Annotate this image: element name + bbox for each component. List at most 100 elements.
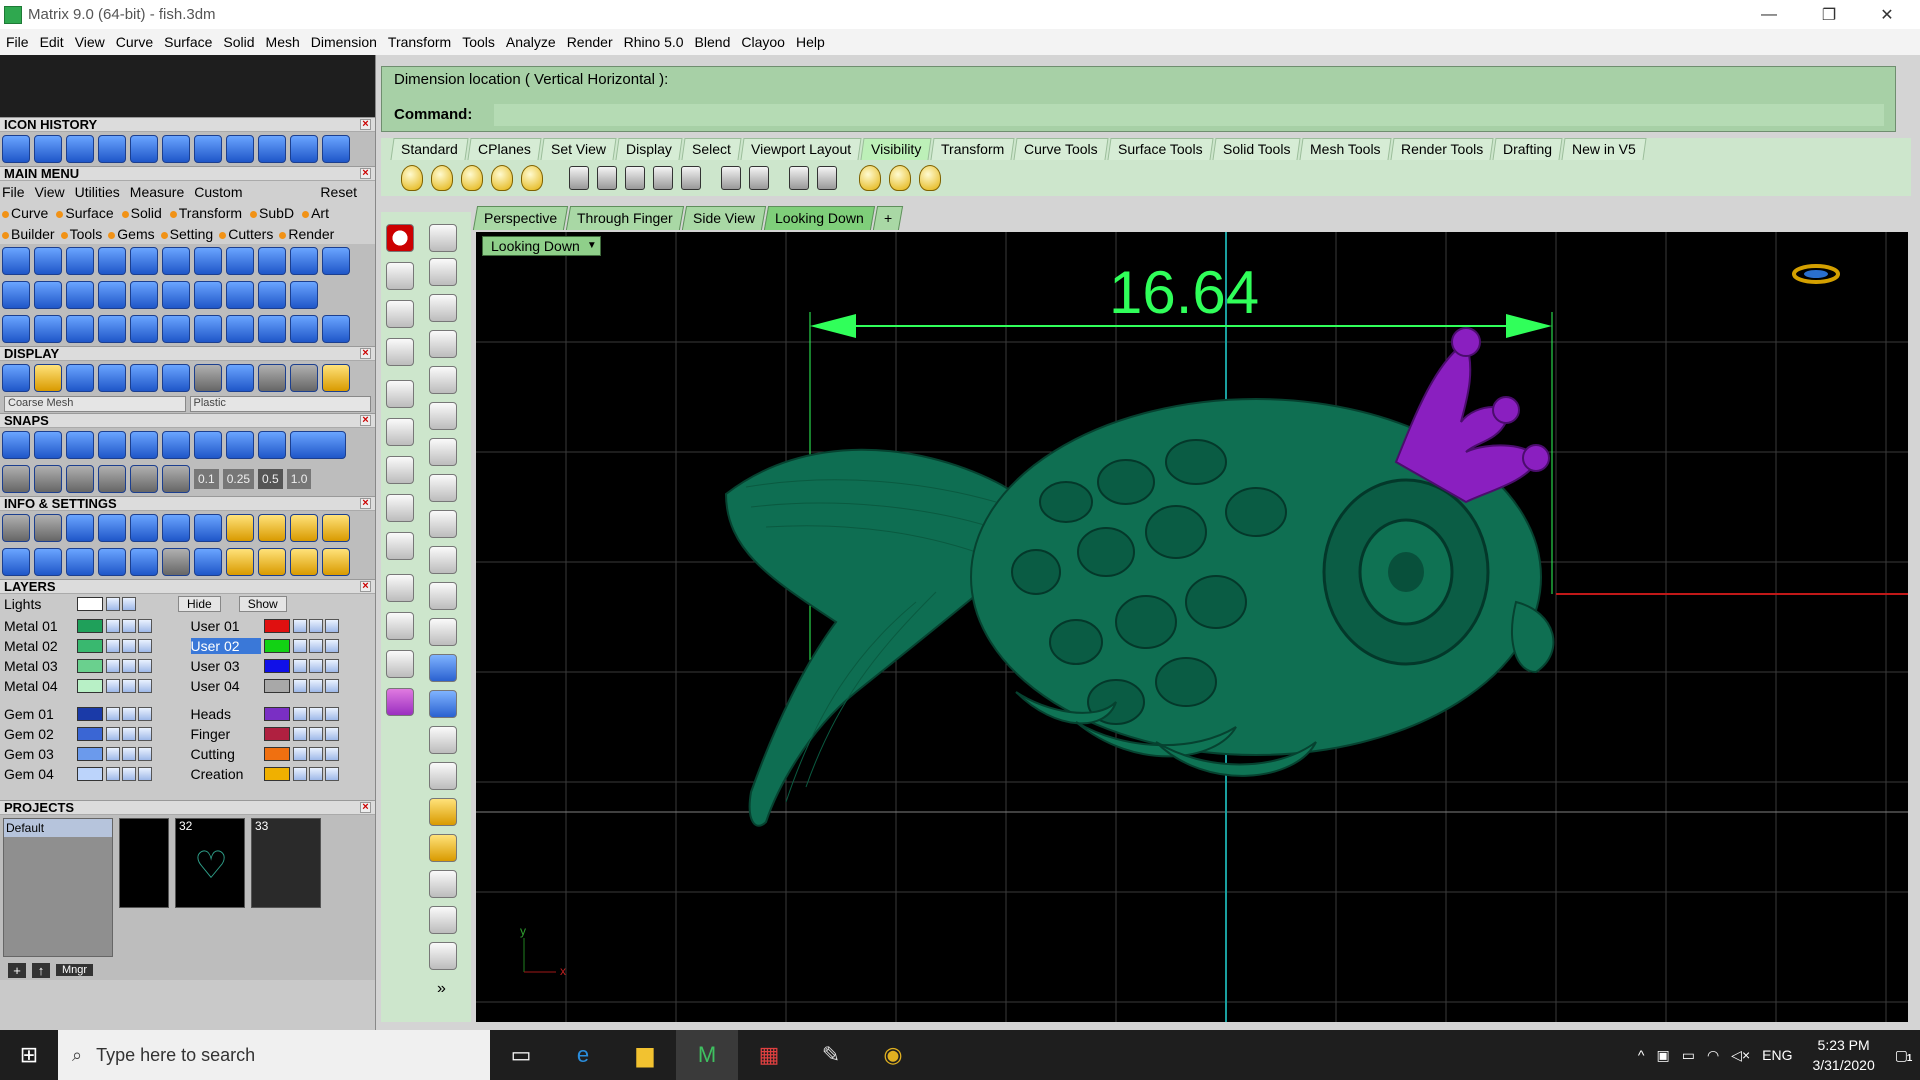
snap-icon[interactable] xyxy=(98,465,126,493)
info-tool-icon[interactable] xyxy=(2,548,30,576)
snap-value-1[interactable]: 0.25 xyxy=(222,469,255,489)
tool-icon[interactable] xyxy=(162,315,190,343)
viewport-tab-through-finger[interactable]: Through Finger xyxy=(566,206,684,230)
layer-color-swatch[interactable] xyxy=(77,619,103,633)
layer-color-swatch[interactable] xyxy=(263,747,290,761)
snap-icon[interactable] xyxy=(162,465,190,493)
cat-subd[interactable]: SubD xyxy=(250,205,294,221)
clock[interactable]: 5:23 PM 3/31/2020 xyxy=(1812,1035,1874,1075)
box-icon[interactable] xyxy=(429,654,457,682)
viewport-tab-looking-down[interactable]: Looking Down xyxy=(763,206,875,230)
tool-icon[interactable] xyxy=(322,247,350,275)
menu-curve[interactable]: Curve xyxy=(116,34,153,50)
history-tool-icon[interactable] xyxy=(34,135,62,163)
lock-icon[interactable] xyxy=(292,639,307,653)
layer-toggle-icon[interactable] xyxy=(324,679,339,693)
layer-row[interactable]: User 01 xyxy=(191,616,372,636)
filter-icon[interactable] xyxy=(130,548,158,576)
menu-dimension[interactable]: Dimension xyxy=(311,34,377,50)
visible-icon[interactable] xyxy=(122,679,136,693)
layer-color-swatch[interactable] xyxy=(263,727,290,741)
layer-color-swatch[interactable] xyxy=(77,639,103,653)
visible-icon[interactable] xyxy=(308,659,323,673)
lock-icon[interactable] xyxy=(625,166,645,190)
app-icon[interactable]: ▦ xyxy=(738,1030,800,1080)
lock-icon[interactable] xyxy=(569,166,589,190)
info-tool-icon[interactable] xyxy=(66,548,94,576)
lock-icon[interactable] xyxy=(292,727,307,741)
toolbar-tab-visibility[interactable]: Visibility xyxy=(860,138,932,160)
tool-icon[interactable] xyxy=(258,247,286,275)
up-icon[interactable]: ↑ xyxy=(32,962,50,978)
snap-icon[interactable] xyxy=(34,431,62,459)
viewport-tab-perspective[interactable]: Perspective xyxy=(472,206,569,230)
info-tool-icon[interactable] xyxy=(98,548,126,576)
tool-icon[interactable] xyxy=(162,281,190,309)
bulb-icon[interactable] xyxy=(521,165,543,191)
more-tools-icon[interactable]: » xyxy=(437,980,446,998)
menu-render[interactable]: Render xyxy=(567,34,613,50)
cat-cutters[interactable]: Cutters xyxy=(219,226,273,242)
tool-icon[interactable] xyxy=(66,281,94,309)
close-icon[interactable]: × xyxy=(360,348,371,359)
close-icon[interactable]: × xyxy=(360,119,371,130)
history-tool-icon[interactable] xyxy=(162,135,190,163)
layer-toggle-icon[interactable] xyxy=(138,679,152,693)
visible-icon[interactable] xyxy=(122,767,136,781)
polygon-icon[interactable] xyxy=(429,438,457,466)
tool-icon[interactable] xyxy=(162,247,190,275)
layer-row[interactable]: Heads xyxy=(191,704,372,724)
toolbar-tab-cplanes[interactable]: CPlanes xyxy=(467,138,542,160)
snap-toggle-icon[interactable] xyxy=(290,431,346,459)
mm-file[interactable]: File xyxy=(2,184,25,200)
tool-icon[interactable] xyxy=(2,281,30,309)
visible-icon[interactable] xyxy=(308,747,323,761)
bulb-icon[interactable] xyxy=(919,165,941,191)
menu-tools[interactable]: Tools xyxy=(462,34,495,50)
lock-icon[interactable] xyxy=(106,767,120,781)
snap-icon[interactable] xyxy=(258,431,286,459)
layer-row[interactable]: Gem 04 xyxy=(4,764,185,784)
layer-color-swatch[interactable] xyxy=(77,747,103,761)
select-icon[interactable] xyxy=(749,166,769,190)
cat-builder[interactable]: Builder xyxy=(2,226,55,242)
toolbar-tab-set-view[interactable]: Set View xyxy=(540,138,617,160)
layer-toggle-icon[interactable] xyxy=(138,619,152,633)
layer-color-swatch[interactable] xyxy=(77,679,103,693)
info-tool-icon[interactable] xyxy=(258,548,286,576)
polyline-icon[interactable] xyxy=(429,294,457,322)
start-button[interactable]: ⊞ xyxy=(0,1030,58,1080)
chrome-icon[interactable]: ◉ xyxy=(862,1030,924,1080)
menu-clayoo[interactable]: Clayoo xyxy=(741,34,785,50)
history-tool-icon[interactable] xyxy=(258,135,286,163)
point-icon[interactable] xyxy=(429,258,457,286)
close-icon[interactable]: × xyxy=(360,415,371,426)
project-thumb[interactable]: 33 xyxy=(251,818,321,908)
layer-toggle-icon[interactable] xyxy=(324,747,339,761)
layer-toggle-icon[interactable] xyxy=(138,767,152,781)
wireframe-icon[interactable] xyxy=(2,364,30,392)
info-tool-icon[interactable] xyxy=(322,514,350,542)
layer-row[interactable]: User 04 xyxy=(191,676,372,696)
ellipse-icon[interactable] xyxy=(429,510,457,538)
tool-icon[interactable] xyxy=(130,281,158,309)
toolbar-tab-display[interactable]: Display xyxy=(615,138,683,160)
tool-icon[interactable] xyxy=(98,281,126,309)
layer-row[interactable]: User 03 xyxy=(191,656,372,676)
visible-icon[interactable] xyxy=(308,619,323,633)
mm-view[interactable]: View xyxy=(35,184,65,200)
hide-button[interactable]: Hide xyxy=(178,596,221,612)
snap-icon[interactable] xyxy=(130,465,158,493)
cat-gems[interactable]: Gems xyxy=(108,226,155,242)
bulb-icon[interactable] xyxy=(461,165,483,191)
arc-icon[interactable] xyxy=(429,402,457,430)
circle-icon[interactable] xyxy=(429,366,457,394)
info-tool-icon[interactable] xyxy=(130,514,158,542)
ring-tool-icon[interactable] xyxy=(66,247,94,275)
layer-toggle-icon[interactable] xyxy=(324,619,339,633)
task-view-icon[interactable]: ▭ xyxy=(490,1030,552,1080)
cat-render[interactable]: Render xyxy=(279,226,334,242)
tool-icon[interactable] xyxy=(34,247,62,275)
menu-solid[interactable]: Solid xyxy=(223,34,254,50)
history-tool-icon[interactable] xyxy=(130,135,158,163)
